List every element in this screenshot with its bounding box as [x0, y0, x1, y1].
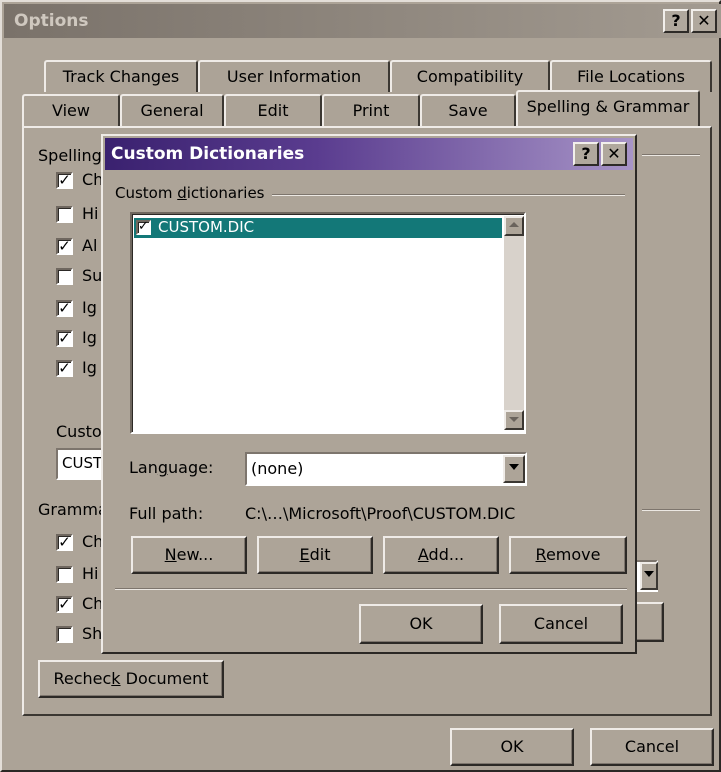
- close-icon: ✕: [697, 11, 711, 30]
- chevron-down-icon: [509, 464, 519, 470]
- scroll-down-button[interactable]: [504, 410, 524, 430]
- tab-general[interactable]: General: [120, 94, 224, 126]
- dialog-ok-button[interactable]: OK: [359, 604, 483, 644]
- tab-spelling-grammar[interactable]: Spelling & Grammar: [516, 90, 700, 126]
- checkbox-box[interactable]: ✓: [56, 596, 73, 613]
- options-close-button[interactable]: ✕: [691, 9, 717, 33]
- checkbox-box[interactable]: [56, 268, 73, 285]
- dialog-title: Custom Dictionaries: [111, 144, 305, 164]
- spelling-section-label: Spelling: [38, 146, 102, 165]
- tab-track-changes[interactable]: Track Changes: [44, 60, 198, 92]
- chevron-up-icon: [509, 222, 519, 227]
- language-dropdown-button[interactable]: [503, 455, 525, 483]
- recheck-document-button[interactable]: Recheck Document: [38, 660, 224, 698]
- checkbox-box[interactable]: ✓: [56, 360, 73, 377]
- help-icon: ?: [671, 11, 681, 30]
- dialog-divider: [115, 588, 627, 589]
- tab-print[interactable]: Print: [322, 94, 420, 126]
- options-cancel-button[interactable]: Cancel: [590, 728, 714, 766]
- tab-edit[interactable]: Edit: [224, 94, 322, 126]
- help-icon: ?: [581, 144, 591, 163]
- scroll-up-button[interactable]: [504, 216, 524, 236]
- options-help-button[interactable]: ?: [663, 9, 689, 33]
- full-path-value: C:\…\Microsoft\Proof\CUSTOM.DIC: [245, 504, 516, 523]
- tab-file-locations[interactable]: File Locations: [550, 60, 712, 92]
- full-path-label: Full path:: [129, 504, 204, 523]
- language-value: (none): [251, 459, 304, 478]
- grammar-section-label: Gramma: [38, 500, 108, 519]
- checkbox-box[interactable]: ✓: [56, 238, 73, 255]
- options-ok-button[interactable]: OK: [450, 728, 574, 766]
- edit-button[interactable]: Edit: [257, 536, 373, 574]
- options-title: Options: [14, 11, 89, 31]
- grammar-section-divider: [642, 509, 700, 510]
- chevron-down-icon: [644, 571, 654, 577]
- options-titlebar[interactable]: Options ? ✕: [4, 4, 721, 38]
- list-item[interactable]: ✓ CUSTOM.DIC: [134, 218, 502, 238]
- dictionaries-group-label: Custom dictionaries: [115, 184, 273, 202]
- checkbox-box[interactable]: [56, 626, 73, 643]
- tab-save[interactable]: Save: [420, 94, 516, 126]
- new-button[interactable]: New...: [131, 536, 247, 574]
- add-button[interactable]: Add...: [383, 536, 499, 574]
- spelling-section-divider: [642, 154, 700, 155]
- tab-view[interactable]: View: [22, 94, 120, 126]
- dropdown-button[interactable]: [640, 562, 658, 590]
- dictionary-checkbox[interactable]: ✓: [136, 220, 151, 235]
- custom-dictionaries-dialog: Custom Dictionaries ? ✕ Custom dictionar…: [101, 134, 637, 654]
- close-icon: ✕: [607, 144, 621, 163]
- checkbox-box[interactable]: ✓: [56, 172, 73, 189]
- remove-button[interactable]: Remove: [509, 536, 627, 574]
- chevron-down-icon: [509, 417, 519, 422]
- dialog-help-button[interactable]: ?: [573, 142, 599, 166]
- language-select[interactable]: (none): [245, 452, 527, 486]
- tab-user-information[interactable]: User Information: [198, 60, 390, 92]
- checkbox-box[interactable]: ✓: [56, 300, 73, 317]
- checkbox-box[interactable]: ✓: [56, 330, 73, 347]
- dialog-cancel-button[interactable]: Cancel: [499, 604, 623, 644]
- language-label: Language:: [129, 458, 214, 477]
- custom-dictionary-label: Custo: [56, 422, 102, 441]
- dialog-close-button[interactable]: ✕: [601, 142, 627, 166]
- dictionary-list[interactable]: ✓ CUSTOM.DIC: [130, 212, 526, 434]
- tab-compatibility[interactable]: Compatibility: [390, 60, 550, 92]
- dictionary-name: CUSTOM.DIC: [158, 218, 255, 236]
- dialog-titlebar[interactable]: Custom Dictionaries ? ✕: [105, 138, 633, 170]
- dictionary-list-scrollbar[interactable]: [504, 216, 524, 430]
- checkbox-box[interactable]: [56, 206, 73, 223]
- checkbox-box[interactable]: [56, 566, 73, 583]
- checkbox-box[interactable]: ✓: [56, 534, 73, 551]
